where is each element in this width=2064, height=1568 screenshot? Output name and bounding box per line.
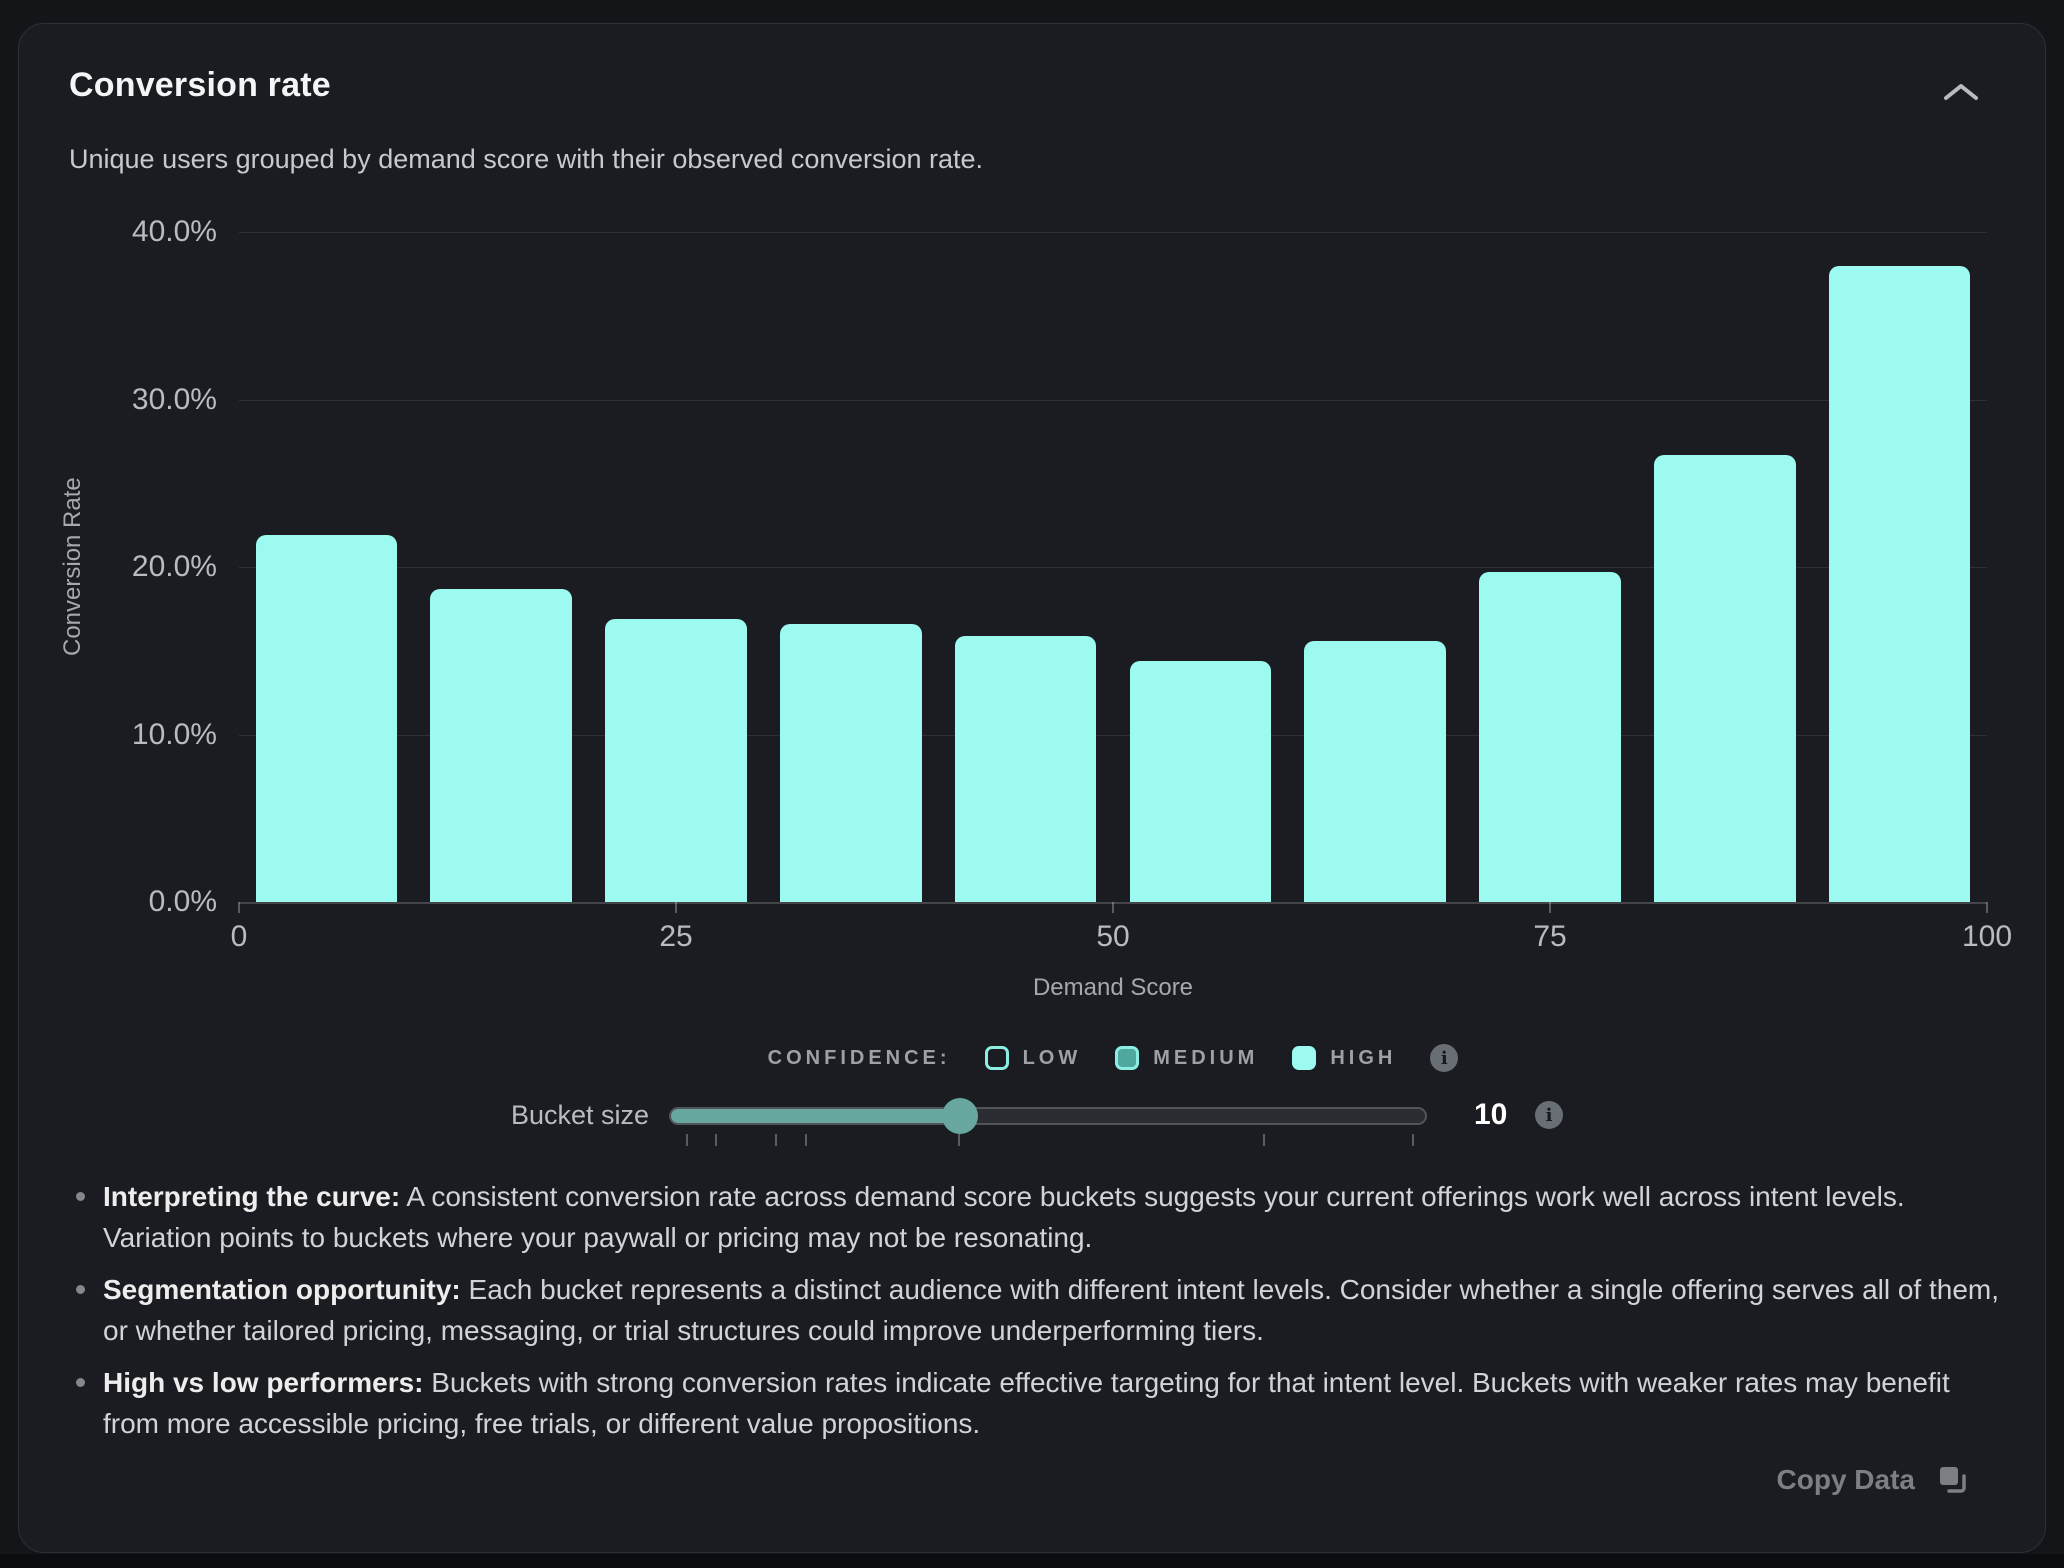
y-tick-label: 10.0% <box>132 718 217 752</box>
x-tick <box>1112 902 1114 913</box>
y-tick-label: 40.0% <box>132 215 217 249</box>
bullet-dot <box>76 1378 85 1387</box>
bucket-size-info-icon[interactable]: i <box>1535 1101 1563 1129</box>
note-high-vs-low-performers: High vs low performers: Buckets with str… <box>61 1362 2005 1444</box>
slider-thumb[interactable] <box>942 1098 978 1134</box>
note-text: Segmentation opportunity: Each bucket re… <box>103 1269 2005 1351</box>
bar-50-60[interactable] <box>1130 661 1272 902</box>
bar-30-40[interactable] <box>780 624 922 902</box>
slider-tick <box>1263 1134 1265 1146</box>
slider-tick <box>715 1134 717 1146</box>
bar-90-100[interactable] <box>1829 266 1971 903</box>
bar-chart-plot-area: 0.0%10.0%20.0%30.0%40.0%0255075100 <box>239 232 1987 904</box>
collapse-button[interactable] <box>1935 71 1987 113</box>
x-tick <box>1549 902 1551 913</box>
x-tick <box>1986 902 1988 913</box>
bucket-size-label: Bucket size <box>399 1100 649 1131</box>
bar-20-30[interactable] <box>605 619 747 902</box>
card-subtitle: Unique users grouped by demand score wit… <box>69 144 983 175</box>
confidence-info-icon[interactable]: i <box>1430 1044 1458 1072</box>
legend-caption: CONFIDENCE: <box>768 1047 951 1070</box>
x-tick <box>238 902 240 913</box>
note-text: High vs low performers: Buckets with str… <box>103 1362 2005 1444</box>
low-confidence-swatch <box>985 1046 1009 1070</box>
slider-tick <box>958 1134 960 1146</box>
copy-data-label: Copy Data <box>1777 1464 1915 1496</box>
bucket-size-slider-track[interactable] <box>669 1107 1427 1125</box>
bar-40-50[interactable] <box>955 636 1097 902</box>
bar-70-80[interactable] <box>1479 572 1621 902</box>
x-tick <box>675 902 677 913</box>
bar-80-90[interactable] <box>1654 455 1796 902</box>
copy-data-button[interactable]: Copy Data <box>1777 1464 1969 1496</box>
bucket-size-value: 10 <box>1474 1098 1507 1132</box>
y-tick-label: 20.0% <box>132 550 217 584</box>
bar-0-10[interactable] <box>256 535 398 902</box>
bar-10-20[interactable] <box>430 589 572 902</box>
x-tick-label: 100 <box>1962 920 2012 954</box>
slider-tick <box>1412 1134 1414 1146</box>
x-tick-label: 25 <box>659 920 692 954</box>
x-tick-label: 0 <box>231 920 248 954</box>
slider-tick <box>775 1134 777 1146</box>
note-segmentation-opportunity: Segmentation opportunity: Each bucket re… <box>61 1269 2005 1351</box>
legend-item-label: LOW <box>1023 1047 1082 1070</box>
y-axis-title: Conversion Rate <box>59 232 87 902</box>
medium-confidence-swatch <box>1115 1046 1139 1070</box>
bucket-size-control: Bucket size 10 i <box>19 1082 2047 1166</box>
note-text: Interpreting the curve: A consistent con… <box>103 1176 2005 1258</box>
legend-item-label: HIGH <box>1330 1047 1396 1070</box>
insight-notes: Interpreting the curve: A consistent con… <box>61 1176 2005 1455</box>
slider-tick-marks <box>669 1134 1427 1148</box>
card-title: Conversion rate <box>69 66 331 105</box>
bullet-dot <box>76 1285 85 1294</box>
gridline <box>239 232 1987 233</box>
note-interpreting-the-curve: Interpreting the curve: A consistent con… <box>61 1176 2005 1258</box>
legend-item-medium[interactable]: MEDIUM <box>1115 1046 1258 1070</box>
y-tick-label: 0.0% <box>149 885 217 919</box>
bar-60-70[interactable] <box>1304 641 1446 902</box>
slider-fill <box>671 1109 960 1123</box>
conversion-rate-card: Conversion rate Unique users grouped by … <box>18 23 2046 1553</box>
high-confidence-swatch <box>1292 1046 1316 1070</box>
x-axis-title: Demand Score <box>239 974 1987 1002</box>
gridline <box>239 400 1987 401</box>
legend-item-low[interactable]: LOW <box>985 1046 1082 1070</box>
page-background: Conversion rate Unique users grouped by … <box>0 0 2064 1568</box>
y-tick-label: 30.0% <box>132 383 217 417</box>
legend-item-label: MEDIUM <box>1153 1047 1258 1070</box>
confidence-legend: CONFIDENCE: LOW MEDIUM HIGH i <box>239 1036 1987 1080</box>
bullet-dot <box>76 1192 85 1201</box>
x-tick-label: 75 <box>1533 920 1566 954</box>
x-tick-label: 50 <box>1096 920 1129 954</box>
chevron-up-icon <box>1941 81 1981 103</box>
page-bottom-strip <box>0 1554 2064 1568</box>
legend-item-high[interactable]: HIGH <box>1292 1046 1396 1070</box>
slider-tick <box>805 1134 807 1146</box>
slider-tick <box>686 1134 688 1146</box>
copy-icon <box>1937 1464 1969 1496</box>
